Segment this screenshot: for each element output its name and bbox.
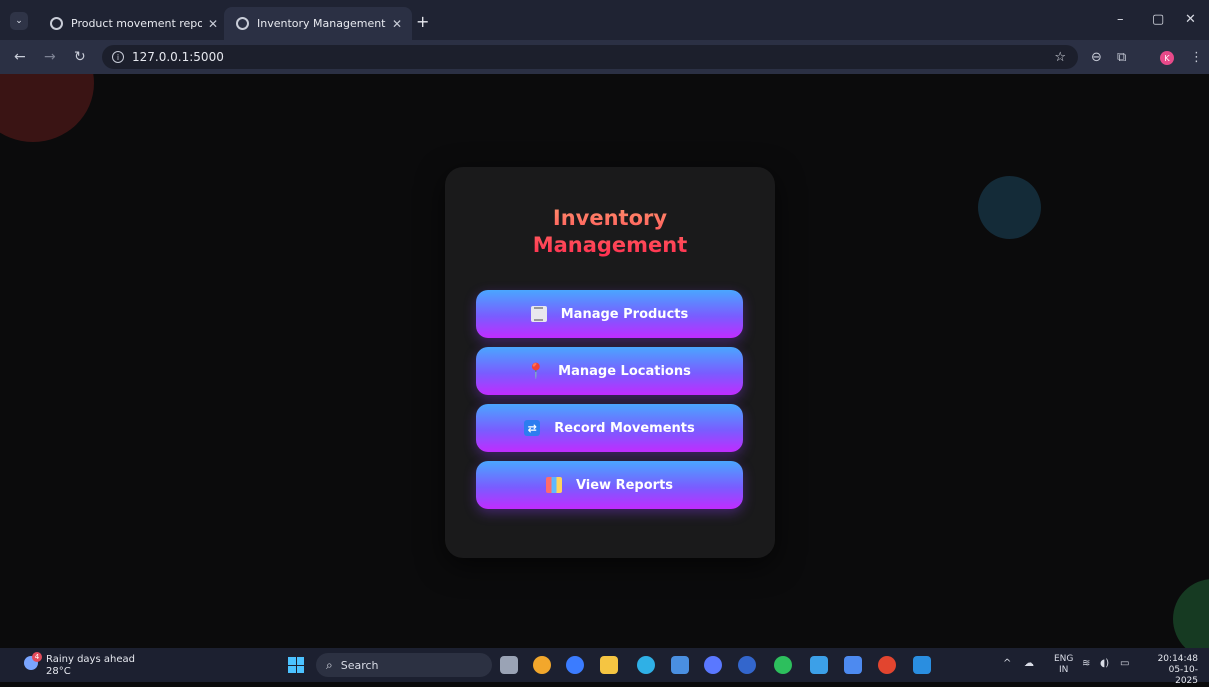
language-code: ENG — [1054, 654, 1074, 664]
taskbar-search[interactable]: ⌕ Search — [316, 653, 492, 677]
address-bar[interactable]: i 127.0.0.1:5000 ☆ — [102, 45, 1078, 69]
extension-circle-icon[interactable]: ⊖ — [1091, 50, 1102, 65]
onedrive-icon[interactable]: ☁ — [1024, 658, 1034, 669]
language-indicator[interactable]: ENG IN — [1054, 654, 1073, 676]
close-tab-icon[interactable]: ✕ — [208, 17, 218, 31]
search-placeholder: Search — [340, 658, 379, 672]
clock-date: 05-10-2025 — [1168, 665, 1198, 686]
url-text[interactable]: 127.0.0.1:5000 — [132, 50, 224, 64]
vscode-icon[interactable] — [913, 656, 931, 674]
title-line-1: Inventory — [552, 206, 668, 230]
file-explorer-icon[interactable] — [600, 656, 618, 674]
new-tab-button[interactable]: + — [416, 12, 429, 31]
weather-temp: 28°C — [46, 666, 71, 677]
globe-icon — [50, 17, 63, 30]
hp-icon[interactable] — [738, 656, 756, 674]
manage-locations-button[interactable]: 📍 Manage Locations — [476, 347, 743, 395]
address-toolbar: ← → ↻ i 127.0.0.1:5000 ☆ ⊖ ⧉ K ⋮ — [0, 40, 1209, 74]
browser-tab-strip: ⌄ Product movement report ✕ Inventory Ma… — [0, 0, 1209, 40]
decorative-blob-red — [0, 74, 94, 142]
forward-arrow-icon[interactable]: → — [44, 49, 56, 65]
page-title: Inventory Management — [445, 205, 775, 259]
tab-title: Inventory Management System — [257, 17, 386, 30]
page-viewport: Inventory Management Manage Products 📍 M… — [0, 74, 1209, 648]
pin-icon: 📍 — [526, 362, 546, 380]
repeat-icon: ⇄ — [524, 420, 541, 436]
site-info-icon[interactable]: i — [112, 51, 124, 63]
tab-inventory-management-system[interactable]: Inventory Management System ✕ — [224, 7, 412, 40]
windows-start-icon[interactable] — [288, 657, 304, 673]
system-clock[interactable]: 20:14:48 05-10-2025 — [1148, 654, 1198, 687]
reload-icon[interactable]: ↻ — [74, 49, 86, 65]
button-label: Manage Products — [560, 306, 689, 322]
volume-icon[interactable]: ◖) — [1100, 658, 1109, 669]
title-line-2: Management — [532, 233, 688, 257]
chrome-icon[interactable] — [533, 656, 551, 674]
tray-chevron-icon[interactable]: ^ — [1003, 658, 1011, 669]
extensions-puzzle-icon[interactable]: ⧉ — [1117, 50, 1126, 65]
decorative-blob-green — [1173, 579, 1209, 648]
notepad-icon[interactable] — [844, 656, 862, 674]
receipt-icon — [530, 306, 547, 322]
whatsapp-icon[interactable] — [774, 656, 792, 674]
tab-title: Product movement report — [71, 17, 202, 30]
profile-avatar[interactable]: K — [1160, 51, 1174, 65]
view-reports-button[interactable]: View Reports — [476, 461, 743, 509]
store-icon[interactable] — [671, 656, 689, 674]
globe-icon — [236, 17, 249, 30]
bookmark-star-icon[interactable]: ☆ — [1054, 50, 1066, 65]
manage-products-button[interactable]: Manage Products — [476, 290, 743, 338]
edge-icon[interactable] — [637, 656, 655, 674]
menu-card: Inventory Management Manage Products 📍 M… — [445, 167, 775, 558]
language-region: IN — [1059, 665, 1069, 675]
tab-product-movement-report[interactable]: Product movement report ✕ — [38, 7, 228, 40]
weather-badge: 4 — [32, 652, 42, 662]
photos-icon[interactable] — [810, 656, 828, 674]
decorative-blob-blue — [978, 176, 1041, 239]
chrome-profile-icon[interactable] — [704, 656, 722, 674]
tab-search-icon[interactable]: ⌄ — [10, 12, 28, 30]
chrome-active-icon[interactable] — [878, 656, 896, 674]
taskbar: 4 Rainy days ahead 28°C ⌕ Search ^ ☁ ENG… — [0, 648, 1209, 686]
minimize-button[interactable]: – — [1117, 12, 1124, 27]
close-tab-icon[interactable]: ✕ — [392, 17, 402, 31]
button-label: View Reports — [575, 477, 674, 493]
back-arrow-icon[interactable]: ← — [14, 49, 26, 65]
clock-time: 20:14:48 — [1157, 654, 1198, 664]
wifi-icon[interactable]: ≋ — [1082, 658, 1090, 669]
close-window-button[interactable]: ✕ — [1185, 12, 1196, 27]
record-movements-button[interactable]: ⇄ Record Movements — [476, 404, 743, 452]
chart-icon — [545, 477, 562, 493]
button-label: Record Movements — [554, 420, 695, 436]
weather-widget[interactable]: 4 Rainy days ahead 28°C — [24, 652, 135, 678]
search-icon: ⌕ — [326, 657, 333, 672]
weather-headline: Rainy days ahead — [46, 654, 135, 665]
copilot-icon[interactable] — [566, 656, 584, 674]
button-label: Manage Locations — [558, 363, 691, 379]
task-view-icon[interactable] — [500, 656, 518, 674]
battery-icon[interactable]: ▭ — [1120, 658, 1129, 669]
more-menu-icon[interactable]: ⋮ — [1190, 50, 1203, 65]
restore-button[interactable]: ▢ — [1152, 12, 1164, 27]
